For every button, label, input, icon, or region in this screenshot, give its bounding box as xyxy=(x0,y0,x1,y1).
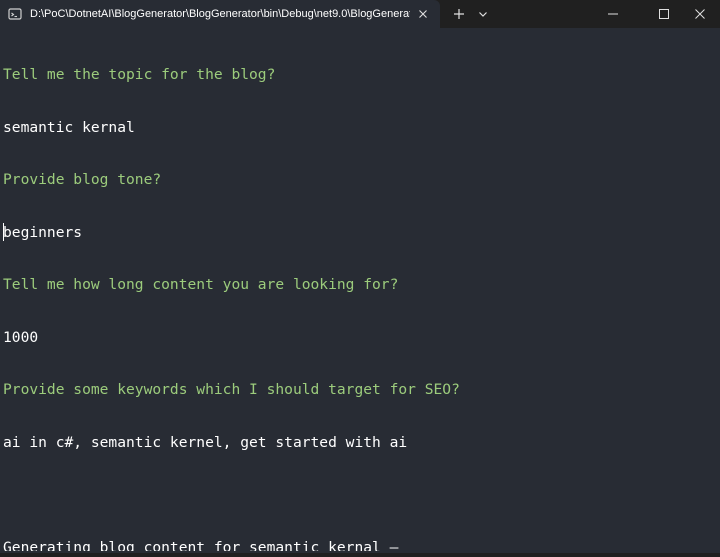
console-output[interactable]: Tell me the topic for the blog? semantic… xyxy=(3,31,717,551)
tab-close-icon[interactable] xyxy=(416,7,430,21)
new-tab-icon[interactable] xyxy=(450,5,468,23)
title-bar: D:\PoC\DotnetAI\BlogGenerator\BlogGenera… xyxy=(0,0,720,28)
console-line: beginners xyxy=(3,223,83,241)
console-line: Provide blog tone? xyxy=(3,171,162,188)
console-line: Provide some keywords which I should tar… xyxy=(3,381,460,398)
close-icon xyxy=(695,9,705,19)
maximize-icon xyxy=(659,9,669,19)
close-button[interactable] xyxy=(680,0,720,28)
terminal-icon xyxy=(8,8,22,20)
text-cursor xyxy=(3,223,4,241)
console-line: Generating blog content for semantic ker… xyxy=(3,538,399,552)
console-line: semantic kernal xyxy=(3,118,135,136)
minimize-button[interactable] xyxy=(590,0,636,28)
chevron-down-icon[interactable] xyxy=(475,5,491,23)
tab-title: D:\PoC\DotnetAI\BlogGenerator\BlogGenera… xyxy=(30,8,410,20)
terminal-window: D:\PoC\DotnetAI\BlogGenerator\BlogGenera… xyxy=(0,0,720,557)
console-line: Tell me the topic for the blog? xyxy=(3,66,276,83)
console-line: Tell me how long content you are looking… xyxy=(3,276,399,293)
minimize-icon xyxy=(608,13,618,15)
console-line: 1000 xyxy=(3,328,39,346)
tab-active[interactable]: D:\PoC\DotnetAI\BlogGenerator\BlogGenera… xyxy=(0,0,440,28)
console-line: ai in c#, semantic kernel, get started w… xyxy=(3,433,408,451)
window-bottom-edge xyxy=(0,553,720,557)
